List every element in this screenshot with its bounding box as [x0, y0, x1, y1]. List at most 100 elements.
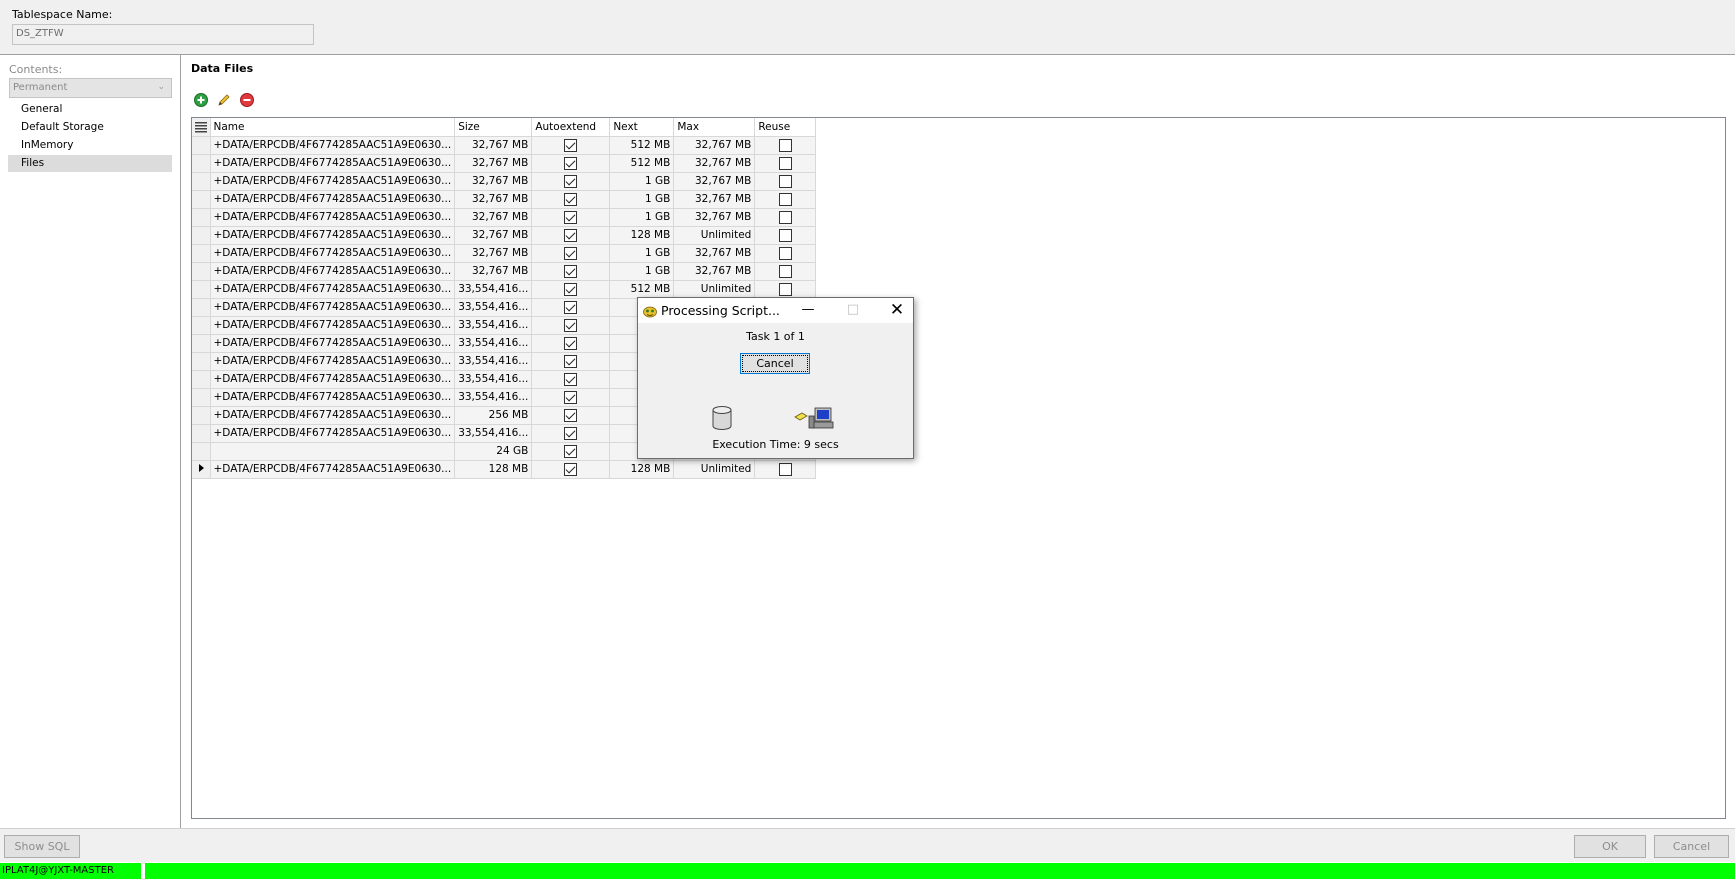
autoextend-checkbox[interactable] [564, 282, 578, 296]
table-row[interactable]: +DATA/ERPCDB/4F6774285AAC51A9E0630... 32,… [192, 226, 817, 245]
autoextend-checkbox[interactable] [564, 300, 578, 314]
row-header[interactable] [192, 442, 211, 461]
cell-name[interactable]: +DATA/ERPCDB/4F6774285AAC51A9E0630... [210, 172, 456, 191]
cell-size[interactable]: 32,767 MB [454, 244, 533, 263]
nav-item-files[interactable]: Files [8, 155, 172, 172]
minimize-icon[interactable]: — [796, 301, 820, 319]
dialog-cancel-button[interactable]: Cancel [740, 353, 810, 374]
autoextend-checkbox[interactable] [564, 462, 578, 476]
cell-max[interactable]: 32,767 MB [673, 154, 756, 173]
show-sql-button[interactable]: Show SQL [4, 835, 80, 858]
cell-size[interactable]: 32,767 MB [454, 262, 533, 281]
cell-size[interactable]: 33,554,416... [454, 370, 533, 389]
cell-size[interactable]: 128 MB [454, 460, 533, 479]
cell-size[interactable]: 32,767 MB [454, 154, 533, 173]
cell-next[interactable]: 512 MB [609, 154, 675, 173]
autoextend-checkbox[interactable] [564, 138, 578, 152]
table-row[interactable]: +DATA/ERPCDB/4F6774285AAC51A9E0630... 32,… [192, 262, 817, 281]
cell-name[interactable]: +DATA/ERPCDB/4F6774285AAC51A9E0630... [210, 424, 456, 443]
cell-next[interactable]: 1 GB [609, 190, 675, 209]
table-row[interactable]: +DATA/ERPCDB/4F6774285AAC51A9E0630... 32,… [192, 136, 817, 155]
autoextend-checkbox[interactable] [564, 390, 578, 404]
cell-size[interactable]: 256 MB [454, 406, 533, 425]
reuse-checkbox[interactable] [778, 264, 792, 278]
cell-name[interactable] [210, 442, 456, 461]
autoextend-checkbox[interactable] [564, 372, 578, 386]
autoextend-checkbox[interactable] [564, 246, 578, 260]
cell-size[interactable]: 24 GB [454, 442, 533, 461]
cell-next[interactable]: 1 GB [609, 208, 675, 227]
cell-name[interactable]: +DATA/ERPCDB/4F6774285AAC51A9E0630... [210, 334, 456, 353]
data-files-grid[interactable]: Name Size Autoextend Next Max Reuse +DAT… [191, 117, 1726, 819]
tablespace-name-input[interactable]: DS_ZTFW [12, 24, 314, 45]
cell-name[interactable]: +DATA/ERPCDB/4F6774285AAC51A9E0630... [210, 154, 456, 173]
autoextend-checkbox[interactable] [564, 210, 578, 224]
cell-next[interactable]: 128 MB [609, 460, 675, 479]
cell-size[interactable]: 32,767 MB [454, 190, 533, 209]
cell-max[interactable]: Unlimited [673, 280, 756, 299]
cell-name[interactable]: +DATA/ERPCDB/4F6774285AAC51A9E0630... [210, 190, 456, 209]
autoextend-checkbox[interactable] [564, 228, 578, 242]
reuse-checkbox[interactable] [778, 192, 792, 206]
reuse-checkbox[interactable] [778, 174, 792, 188]
cell-name[interactable]: +DATA/ERPCDB/4F6774285AAC51A9E0630... [210, 280, 456, 299]
pencil-icon[interactable] [216, 92, 232, 108]
cell-name[interactable]: +DATA/ERPCDB/4F6774285AAC51A9E0630... [210, 352, 456, 371]
row-header[interactable] [192, 334, 211, 353]
cell-size[interactable]: 32,767 MB [454, 136, 533, 155]
table-row[interactable]: +DATA/ERPCDB/4F6774285AAC51A9E0630... 32,… [192, 190, 817, 209]
autoextend-checkbox[interactable] [564, 426, 578, 440]
cell-size[interactable]: 33,554,416... [454, 388, 533, 407]
table-row[interactable]: +DATA/ERPCDB/4F6774285AAC51A9E0630... 32,… [192, 208, 817, 227]
cell-max[interactable]: Unlimited [673, 460, 756, 479]
column-header-next[interactable]: Next [609, 118, 675, 137]
cell-size[interactable]: 33,554,416... [454, 352, 533, 371]
table-row[interactable]: +DATA/ERPCDB/4F6774285AAC51A9E0630... 32,… [192, 172, 817, 191]
row-header[interactable] [192, 280, 211, 299]
reuse-checkbox[interactable] [778, 156, 792, 170]
cancel-button[interactable]: Cancel [1654, 835, 1729, 858]
cell-name[interactable]: +DATA/ERPCDB/4F6774285AAC51A9E0630... [210, 136, 456, 155]
cell-max[interactable]: 32,767 MB [673, 190, 756, 209]
cell-name[interactable]: +DATA/ERPCDB/4F6774285AAC51A9E0630... [210, 460, 456, 479]
table-row[interactable]: +DATA/ERPCDB/4F6774285AAC51A9E0630... 32,… [192, 154, 817, 173]
row-header[interactable] [192, 352, 211, 371]
add-icon[interactable] [193, 92, 209, 108]
autoextend-checkbox[interactable] [564, 408, 578, 422]
autoextend-checkbox[interactable] [564, 336, 578, 350]
cell-max[interactable]: 32,767 MB [673, 208, 756, 227]
row-header[interactable] [192, 208, 211, 227]
column-header-autoextend[interactable]: Autoextend [531, 118, 611, 137]
cell-size[interactable]: 33,554,416... [454, 424, 533, 443]
cell-next[interactable]: 128 MB [609, 226, 675, 245]
cell-name[interactable]: +DATA/ERPCDB/4F6774285AAC51A9E0630... [210, 370, 456, 389]
cell-size[interactable]: 32,767 MB [454, 208, 533, 227]
cell-size[interactable]: 33,554,416... [454, 334, 533, 353]
cell-name[interactable]: +DATA/ERPCDB/4F6774285AAC51A9E0630... [210, 388, 456, 407]
nav-item-inmemory[interactable]: InMemory [8, 137, 172, 154]
reuse-checkbox[interactable] [778, 138, 792, 152]
nav-item-general[interactable]: General [8, 101, 172, 118]
cell-max[interactable]: 32,767 MB [673, 262, 756, 281]
cell-name[interactable]: +DATA/ERPCDB/4F6774285AAC51A9E0630... [210, 316, 456, 335]
cell-size[interactable]: 32,767 MB [454, 172, 533, 191]
autoextend-checkbox[interactable] [564, 156, 578, 170]
table-row[interactable]: +DATA/ERPCDB/4F6774285AAC51A9E0630... 32,… [192, 244, 817, 263]
cell-max[interactable]: 32,767 MB [673, 136, 756, 155]
reuse-checkbox[interactable] [778, 282, 792, 296]
row-header[interactable] [192, 154, 211, 173]
autoextend-checkbox[interactable] [564, 318, 578, 332]
autoextend-checkbox[interactable] [564, 444, 578, 458]
close-icon[interactable]: ✕ [885, 301, 909, 319]
remove-icon[interactable] [239, 92, 255, 108]
cell-size[interactable]: 33,554,416... [454, 280, 533, 299]
cell-name[interactable]: +DATA/ERPCDB/4F6774285AAC51A9E0630... [210, 262, 456, 281]
column-header-reuse[interactable]: Reuse [754, 118, 817, 137]
table-row[interactable]: +DATA/ERPCDB/4F6774285AAC51A9E0630... 33,… [192, 280, 817, 299]
ok-button[interactable]: OK [1574, 835, 1646, 858]
cell-max[interactable]: 32,767 MB [673, 244, 756, 263]
column-header-max[interactable]: Max [673, 118, 756, 137]
autoextend-checkbox[interactable] [564, 354, 578, 368]
cell-name[interactable]: +DATA/ERPCDB/4F6774285AAC51A9E0630... [210, 406, 456, 425]
row-header[interactable] [192, 388, 211, 407]
